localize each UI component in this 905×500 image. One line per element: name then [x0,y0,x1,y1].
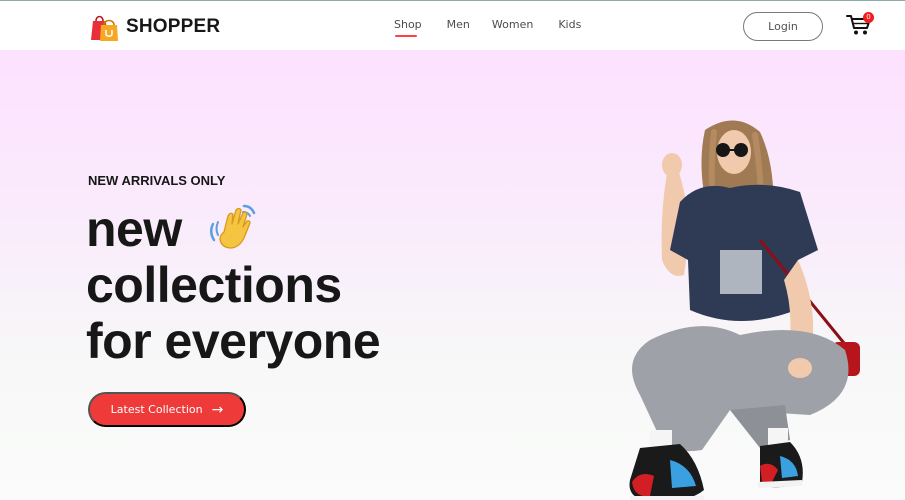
hero-section: NEW ARRIVALS ONLY new collections for ev… [0,50,905,500]
brand-name: SHOPPER [126,16,221,37]
latest-collection-button[interactable]: Latest Collection → [88,392,246,427]
shopping-bag-icon [91,15,118,41]
hero-heading-line-2: collections [86,257,342,313]
waving-hand-icon [210,204,256,249]
brand-logo[interactable]: SHOPPER [88,12,220,42]
hero-heading-line-3: for everyone [86,313,381,369]
hero-model-image [629,120,860,500]
nav-item-men[interactable]: Men [447,18,470,31]
cart-count-badge: 0 [863,12,874,23]
hero-eyebrow: NEW ARRIVALS ONLY [88,173,226,188]
nav-item-label: Shop [394,18,422,31]
cta-label: Latest Collection [110,403,203,416]
nav-item-kids[interactable]: Kids [558,18,581,31]
navbar: SHOPPER Shop Men Women Kids Login 0 [0,0,905,50]
main-nav: Shop Men Women Kids [394,18,581,37]
login-button[interactable]: Login [743,12,823,41]
nav-item-women[interactable]: Women [492,18,533,31]
nav-item-label: Men [446,18,470,31]
arrow-right-icon: → [211,401,224,418]
nav-item-label: Women [491,18,534,31]
hero-heading-line-1: new [86,201,182,257]
nav-item-label: Kids [558,18,582,31]
active-underline [395,35,417,37]
nav-item-shop[interactable]: Shop [394,18,422,37]
